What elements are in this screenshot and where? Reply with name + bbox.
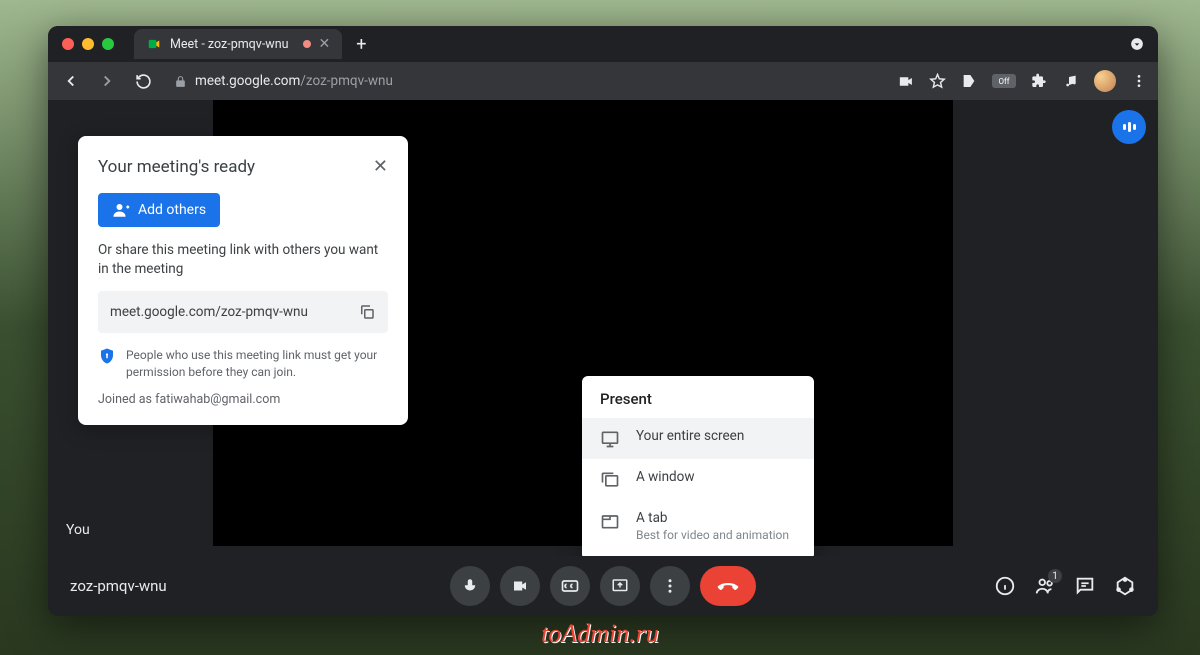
you-label: You [66, 522, 90, 538]
extension-icons: Off [896, 70, 1148, 92]
titlebar-right [1130, 37, 1144, 51]
present-option-label: A tab [636, 510, 789, 526]
lock-icon [174, 75, 187, 88]
people-button[interactable]: 1 [1034, 575, 1056, 597]
activities-button[interactable] [1114, 575, 1136, 597]
camera-button[interactable] [500, 566, 540, 606]
shield-icon [98, 347, 116, 381]
share-text: Or share this meeting link with others y… [98, 241, 388, 279]
back-button[interactable] [58, 68, 84, 94]
tab-icon [600, 511, 620, 531]
captions-button[interactable] [550, 566, 590, 606]
maximize-window[interactable] [102, 38, 114, 50]
minimize-window[interactable] [82, 38, 94, 50]
extension-1-icon[interactable] [960, 72, 978, 90]
url-host: meet.google.com [195, 73, 300, 89]
info-button[interactable] [994, 575, 1016, 597]
permission-note-text: People who use this meeting link must ge… [126, 347, 388, 381]
meeting-id: zoz-pmqv-wnu [70, 577, 167, 595]
person-add-icon [112, 201, 130, 219]
window-icon [600, 470, 620, 490]
extensions-icon[interactable] [1030, 72, 1048, 90]
present-entire-screen[interactable]: Your entire screen [582, 418, 814, 459]
right-controls: 1 [994, 575, 1136, 597]
ready-card-title: Your meeting's ready [98, 157, 255, 177]
present-menu-title: Present [582, 390, 814, 418]
address-bar[interactable]: meet.google.com/zoz-pmqv-wnu [166, 73, 886, 89]
extension-off-icon[interactable]: Off [992, 74, 1016, 88]
participant-count-badge: 1 [1048, 569, 1062, 583]
copy-icon[interactable] [358, 303, 376, 321]
hangup-button[interactable] [700, 566, 756, 606]
chat-button[interactable] [1074, 575, 1096, 597]
toolbar: meet.google.com/zoz-pmqv-wnu Off [48, 62, 1158, 100]
meeting-ready-card: Your meeting's ready ✕ Add others Or sha… [78, 136, 408, 425]
present-option-label: Your entire screen [636, 428, 744, 444]
forward-button[interactable] [94, 68, 120, 94]
mic-button[interactable] [450, 566, 490, 606]
meeting-link-box: meet.google.com/zoz-pmqv-wnu [98, 291, 388, 333]
new-tab-button[interactable]: + [356, 34, 366, 55]
url-path: /zoz-pmqv-wnu [300, 73, 393, 89]
meeting-link-text: meet.google.com/zoz-pmqv-wnu [110, 304, 308, 320]
browser-menu-icon[interactable] [1130, 72, 1148, 90]
profile-avatar[interactable] [1094, 70, 1116, 92]
present-a-tab[interactable]: A tab Best for video and animation [582, 500, 814, 552]
joined-as-text: Joined as fatiwahab@gmail.com [98, 392, 388, 407]
recording-indicator-icon [303, 40, 311, 48]
browser-window: Meet - zoz-pmqv-wnu ✕ + meet.google.com/… [48, 26, 1158, 616]
present-menu: Present Your entire screen A window A ta… [582, 376, 814, 560]
permission-note-row: People who use this meeting link must ge… [98, 347, 388, 381]
monitor-icon [600, 429, 620, 449]
music-icon[interactable] [1062, 72, 1080, 90]
reload-button[interactable] [130, 68, 156, 94]
speaking-indicator-icon [1112, 110, 1146, 144]
chevron-down-icon[interactable] [1130, 37, 1144, 51]
watermark: toAdmin.ru [541, 619, 659, 649]
tab-title: Meet - zoz-pmqv-wnu [170, 37, 289, 52]
star-icon[interactable] [928, 72, 946, 90]
close-window[interactable] [62, 38, 74, 50]
content-area: You Your meeting's ready ✕ Add others Or… [48, 100, 1158, 556]
center-controls [450, 566, 756, 606]
close-icon[interactable]: ✕ [373, 156, 388, 177]
add-others-label: Add others [138, 202, 206, 218]
present-option-label: A window [636, 469, 695, 485]
bottombar: zoz-pmqv-wnu 1 [48, 556, 1158, 616]
camera-icon[interactable] [896, 72, 914, 90]
titlebar: Meet - zoz-pmqv-wnu ✕ + [48, 26, 1158, 62]
add-others-button[interactable]: Add others [98, 193, 220, 227]
browser-tab[interactable]: Meet - zoz-pmqv-wnu ✕ [134, 29, 342, 59]
present-button[interactable] [600, 566, 640, 606]
meet-favicon-icon [146, 36, 162, 52]
tab-close-button[interactable]: ✕ [319, 36, 331, 52]
present-option-sublabel: Best for video and animation [636, 528, 789, 542]
present-a-window[interactable]: A window [582, 459, 814, 500]
more-options-button[interactable] [650, 566, 690, 606]
traffic-lights [62, 38, 114, 50]
